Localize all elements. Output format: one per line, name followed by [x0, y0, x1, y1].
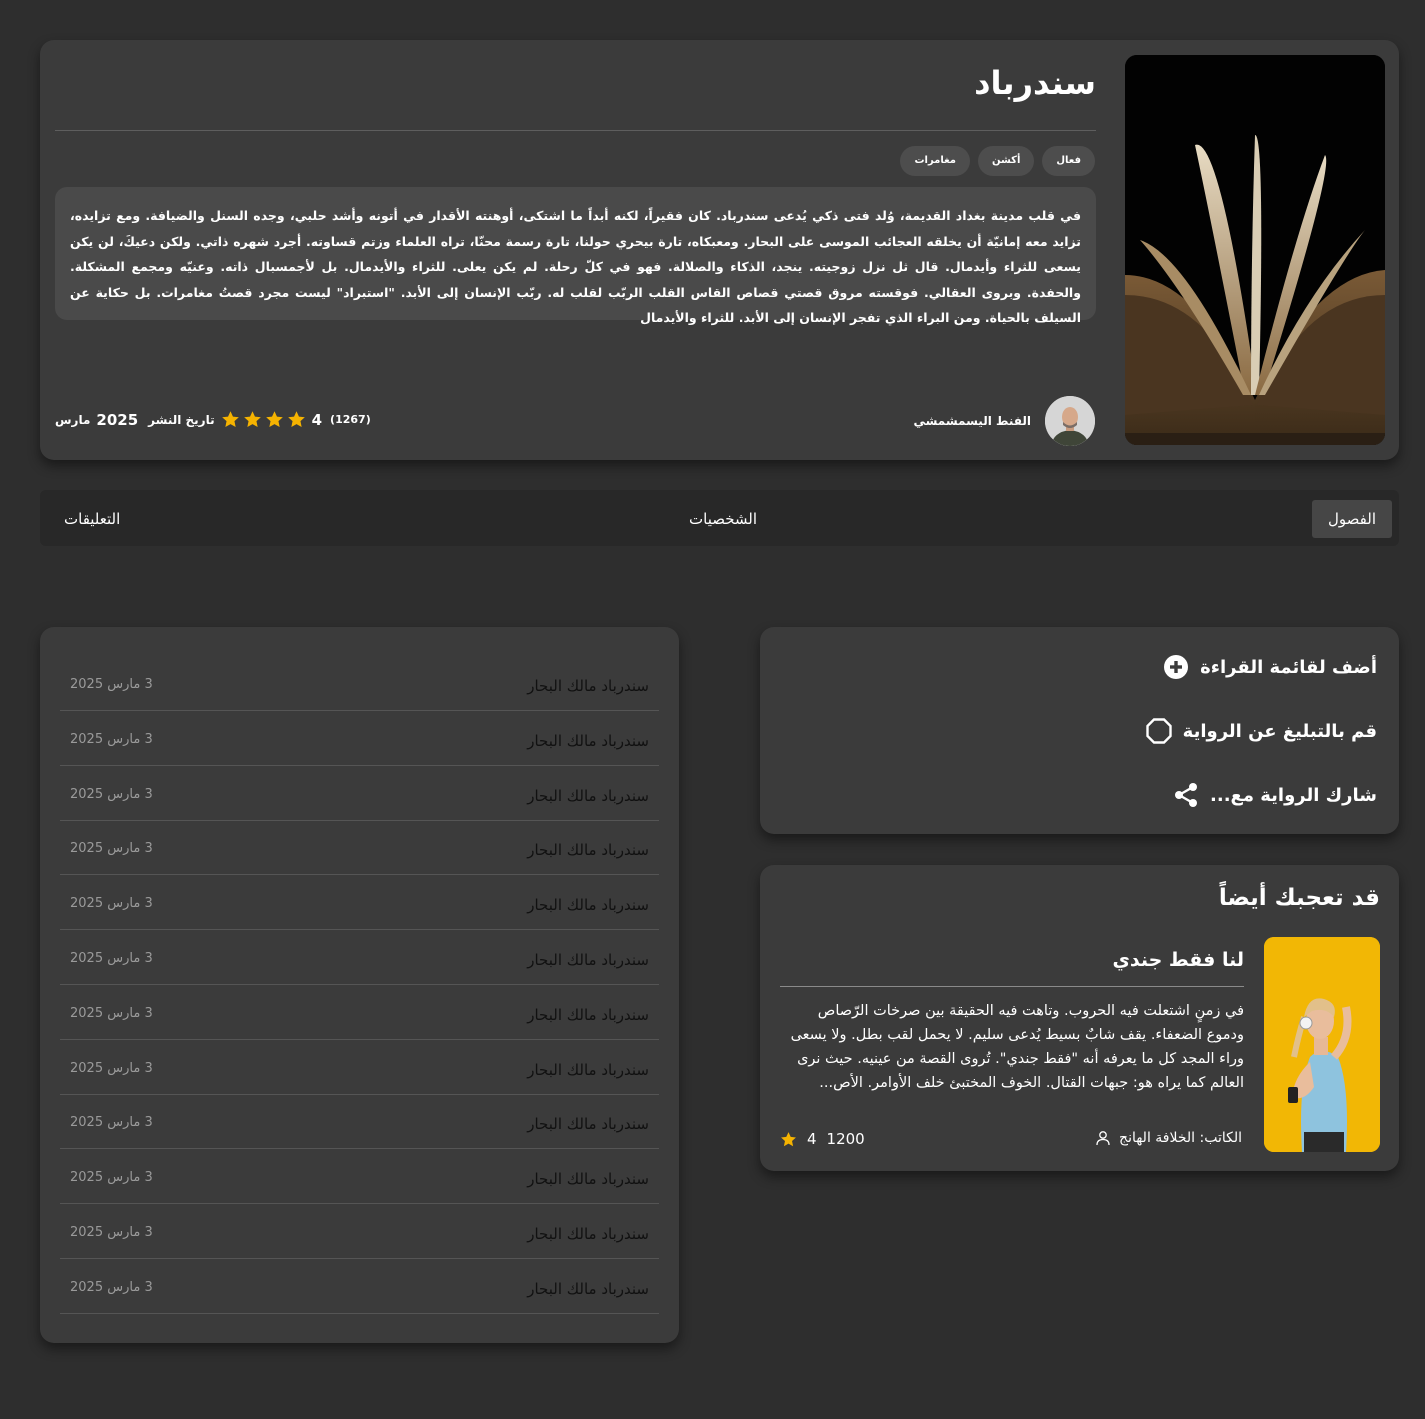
suggested-views: 1200	[826, 1130, 865, 1148]
review-count: (1267)	[330, 413, 371, 426]
share-novel-button[interactable]: شارك الرواية مع...	[1172, 781, 1377, 809]
publish-year: 2025	[96, 410, 139, 429]
share-icon	[1175, 783, 1198, 807]
novel-cover-image	[1125, 55, 1385, 445]
tab-comments[interactable]: التعليقات	[48, 500, 136, 538]
rating-value: 4	[311, 410, 323, 429]
chapter-row[interactable]: سندرباد مالك البحار 3 مارس 2025	[60, 1041, 659, 1095]
publish-date-label: تاريخ النشر	[148, 412, 215, 427]
chapter-title[interactable]: سندرباد مالك البحار	[527, 1061, 649, 1079]
rating-stars	[221, 410, 306, 429]
chapter-title[interactable]: سندرباد مالك البحار	[527, 951, 649, 969]
author-avatar[interactable]	[1045, 396, 1095, 446]
novel-description: في قلب مدينة بغداد القديمة، وُلد فتى ذكي…	[55, 187, 1096, 325]
chapter-row[interactable]: سندرباد مالك البحار 3 مارس 2025	[60, 1260, 659, 1314]
star-icon	[287, 411, 305, 428]
chapter-row[interactable]: سندرباد مالك البحار 3 مارس 2025	[60, 821, 659, 876]
suggestions-heading: قد تعجبك أيضاً	[1218, 885, 1380, 911]
plus-circle-icon	[1164, 655, 1189, 679]
user-icon	[1096, 1131, 1110, 1146]
star-icon	[781, 1131, 796, 1146]
chapter-list: سندرباد مالك البحار 3 مارس 2025 سندرباد ما…	[40, 627, 679, 1343]
report-novel-button[interactable]: قم بالتبليغ عن الرواية	[1145, 717, 1377, 745]
suggested-novel-cover[interactable]	[1264, 937, 1380, 1152]
chapter-row[interactable]: سندرباد مالك البحار 3 مارس 2025	[60, 876, 659, 931]
star-icon	[265, 411, 283, 428]
chapter-date: 3 مارس 2025	[70, 731, 153, 747]
novel-actions-card: أضف لقائمة القراءة قم بالتبليغ عن الرواي…	[760, 627, 1399, 834]
chapter-date: 3 مارس 2025	[70, 1060, 153, 1076]
star-icon	[243, 411, 261, 428]
author-name[interactable]: الفنط اليسمشمشي	[913, 414, 1031, 428]
novel-tabs: الفصول الشخصيات التعليقات	[40, 490, 1399, 546]
chapter-title[interactable]: سندرباد مالك البحار	[527, 1006, 649, 1024]
suggested-novel-title[interactable]: لنا فقط جندي	[1112, 949, 1244, 971]
chapter-date: 3 مارس 2025	[70, 677, 153, 692]
chapter-date: 3 مارس 2025	[70, 1279, 153, 1295]
tag-status[interactable]: فعال	[1042, 146, 1095, 176]
chapter-title[interactable]: سندرباد مالك البحار	[527, 1225, 649, 1243]
chapter-title[interactable]: سندرباد مالك البحار	[527, 1115, 649, 1133]
suggested-title-divider	[780, 986, 1244, 987]
chapter-date: 3 مارس 2025	[70, 786, 153, 802]
suggested-author-name: الكاتب: الخلافة الهانج	[1119, 1130, 1242, 1146]
chapter-title[interactable]: سندرباد مالك البحار	[527, 677, 649, 695]
share-novel-label: شارك الرواية مع...	[1210, 784, 1377, 806]
chapter-title[interactable]: سندرباد مالك البحار	[527, 896, 649, 914]
suggested-novel-description: في زمنٍ اشتعلت فيه الحروب. وتاهت فيه الح…	[790, 1003, 1244, 1091]
suggested-novel-author: الكاتب: الخلافة الهانج	[1095, 1130, 1242, 1146]
chapter-row[interactable]: سندرباد مالك البحار 3 مارس 2025	[60, 931, 659, 985]
chapter-row[interactable]: سندرباد مالك البحار 3 مارس 2025	[60, 767, 659, 821]
chapter-date: 3 مارس 2025	[70, 1225, 153, 1240]
chapter-date: 3 مارس 2025	[70, 951, 153, 966]
report-novel-label: قم بالتبليغ عن الرواية	[1182, 720, 1377, 742]
chapter-title[interactable]: سندرباد مالك البحار	[527, 787, 649, 805]
author-info[interactable]: الفنط اليسمشمشي	[913, 396, 1095, 446]
add-to-reading-list-button[interactable]: أضف لقائمة القراءة	[1162, 653, 1377, 681]
octagon-icon	[1145, 718, 1172, 744]
tag-list: فعال أكشن مغامرات	[900, 146, 1095, 176]
publish-month: مارس	[55, 412, 91, 427]
chapter-title[interactable]: سندرباد مالك البحار	[527, 1280, 649, 1298]
tab-chapters[interactable]: الفصول	[1312, 500, 1392, 538]
chapter-row[interactable]: سندرباد مالك البحار 3 مارس 2025	[60, 1095, 659, 1150]
tab-characters[interactable]: الشخصيات	[673, 500, 773, 538]
suggestions-card: قد تعجبك أيضاً لنا فقط جندي في زمنٍ اشتع…	[760, 865, 1399, 1171]
chapter-title[interactable]: سندرباد مالك البحار	[527, 841, 649, 859]
chapter-date: 3 مارس 2025	[70, 896, 153, 912]
tag-genre-action[interactable]: أكشن	[977, 146, 1035, 176]
chapter-title[interactable]: سندرباد مالك البحار	[527, 1170, 649, 1188]
star-icon	[221, 411, 239, 428]
novel-title: سندرباد	[974, 64, 1096, 102]
chapter-row[interactable]: سندرباد مالك البحار 3 مارس 2025	[60, 986, 659, 1040]
chapter-date: 3 مارس 2025	[70, 841, 153, 857]
chapter-row[interactable]: سندرباد مالك البحار 3 مارس 2025	[60, 712, 659, 766]
add-to-reading-list-label: أضف لقائمة القراءة	[1200, 656, 1377, 678]
chapter-title[interactable]: سندرباد مالك البحار	[527, 732, 649, 750]
chapter-row[interactable]: سندرباد مالك البحار 3 مارس 2025	[60, 1150, 659, 1205]
novel-hero-card: سندرباد فعال أكشن مغامرات في قلب مدينة ب…	[40, 40, 1399, 460]
chapter-row[interactable]: سندرباد مالك البحار 3 مارس 2025	[60, 1205, 659, 1259]
suggested-novel-stats: 4 1200	[780, 1130, 865, 1148]
chapter-date: 3 مارس 2025	[70, 1170, 153, 1186]
title-divider	[55, 130, 1096, 131]
novel-meta: (1267) 4 تاريخ النشر 2025 مارس	[55, 410, 371, 429]
suggested-rating: 4	[807, 1130, 817, 1148]
chapter-date: 3 مارس 2025	[70, 1005, 153, 1021]
tag-genre-adventure[interactable]: مغامرات	[900, 146, 970, 176]
chapter-date: 3 مارس 2025	[70, 1115, 153, 1131]
chapter-row[interactable]: سندرباد مالك البحار 3 مارس 2025	[60, 657, 659, 711]
